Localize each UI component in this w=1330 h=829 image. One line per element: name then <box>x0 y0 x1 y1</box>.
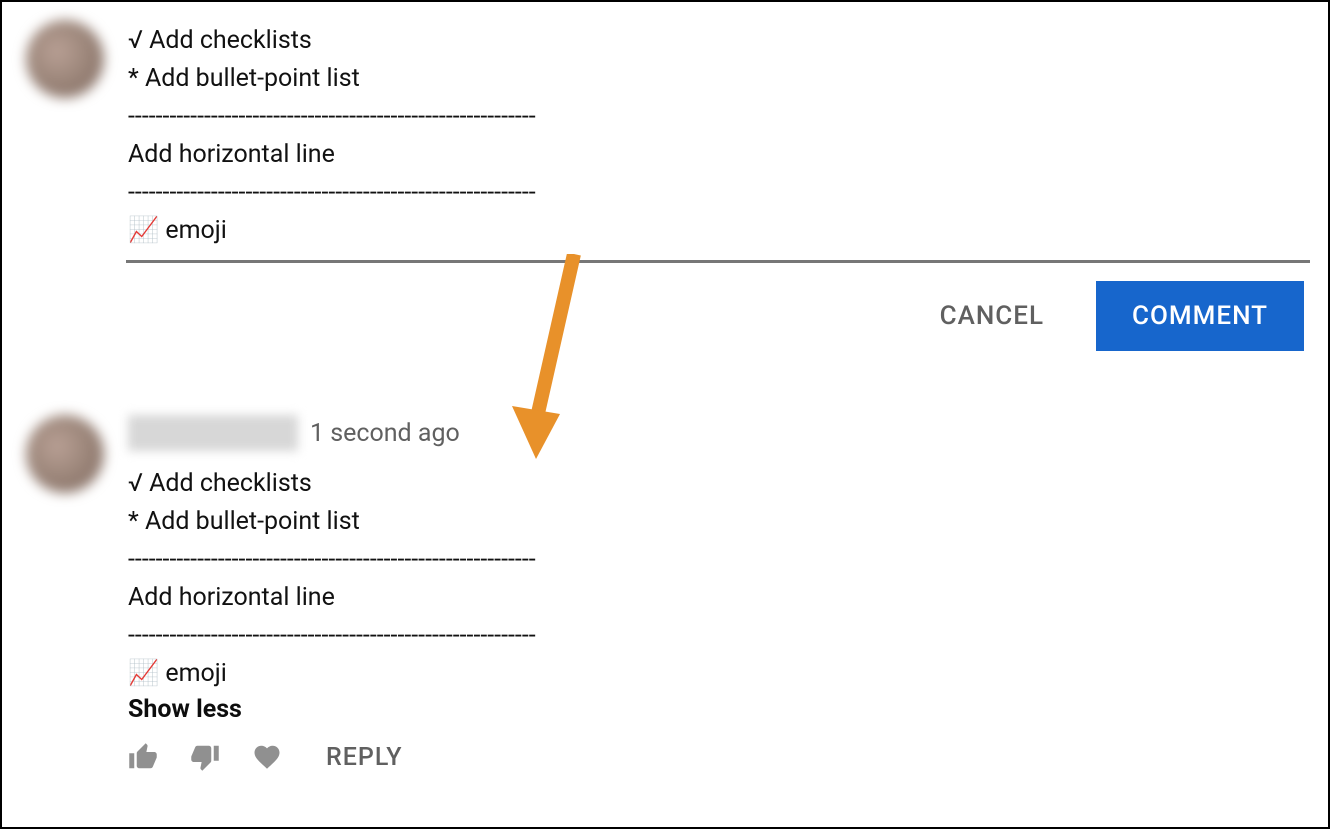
posted-line: * Add bullet-point list <box>128 507 360 536</box>
input-underline <box>126 260 1310 263</box>
compose-line: 📈 emoji <box>128 216 227 245</box>
timestamp[interactable]: 1 second ago <box>310 419 460 448</box>
username[interactable] <box>128 415 298 451</box>
posted-line: ----------------------------------------… <box>128 621 536 650</box>
posted-line: 📈 emoji <box>128 659 227 688</box>
reply-button[interactable]: REPLY <box>326 743 403 772</box>
cancel-button[interactable]: CANCEL <box>940 301 1044 331</box>
avatar <box>26 20 104 98</box>
dislike-icon[interactable] <box>190 742 220 772</box>
comments-section: √ Add checklists * Add bullet-point list… <box>2 2 1328 772</box>
action-bar: REPLY <box>128 742 1308 772</box>
show-less-button[interactable]: Show less <box>128 695 242 724</box>
like-icon[interactable] <box>128 742 158 772</box>
posted-line: √ Add checklists <box>128 469 312 498</box>
posted-header: 1 second ago <box>128 415 1308 451</box>
posted-text: √ Add checklists * Add bullet-point list… <box>128 465 1308 693</box>
compose-line: ----------------------------------------… <box>128 178 536 207</box>
comment-button[interactable]: COMMENT <box>1096 281 1304 351</box>
compose-line: √ Add checklists <box>128 26 312 55</box>
compose-line: * Add bullet-point list <box>128 64 360 93</box>
posted-line: Add horizontal line <box>128 583 335 612</box>
compose-line: ----------------------------------------… <box>128 102 536 131</box>
compose-line: Add horizontal line <box>128 140 335 169</box>
heart-icon[interactable] <box>252 742 282 772</box>
posted-comment-row: 1 second ago √ Add checklists * Add bull… <box>2 375 1328 772</box>
posted-body: 1 second ago √ Add checklists * Add bull… <box>128 415 1308 772</box>
comment-compose-body: √ Add checklists * Add bullet-point list… <box>128 20 1308 263</box>
comment-input[interactable]: √ Add checklists * Add bullet-point list… <box>128 22 1308 258</box>
compose-actions: CANCEL COMMENT <box>2 263 1328 375</box>
avatar <box>26 415 104 493</box>
posted-line: ----------------------------------------… <box>128 545 536 574</box>
comment-compose-row: √ Add checklists * Add bullet-point list… <box>2 2 1328 263</box>
